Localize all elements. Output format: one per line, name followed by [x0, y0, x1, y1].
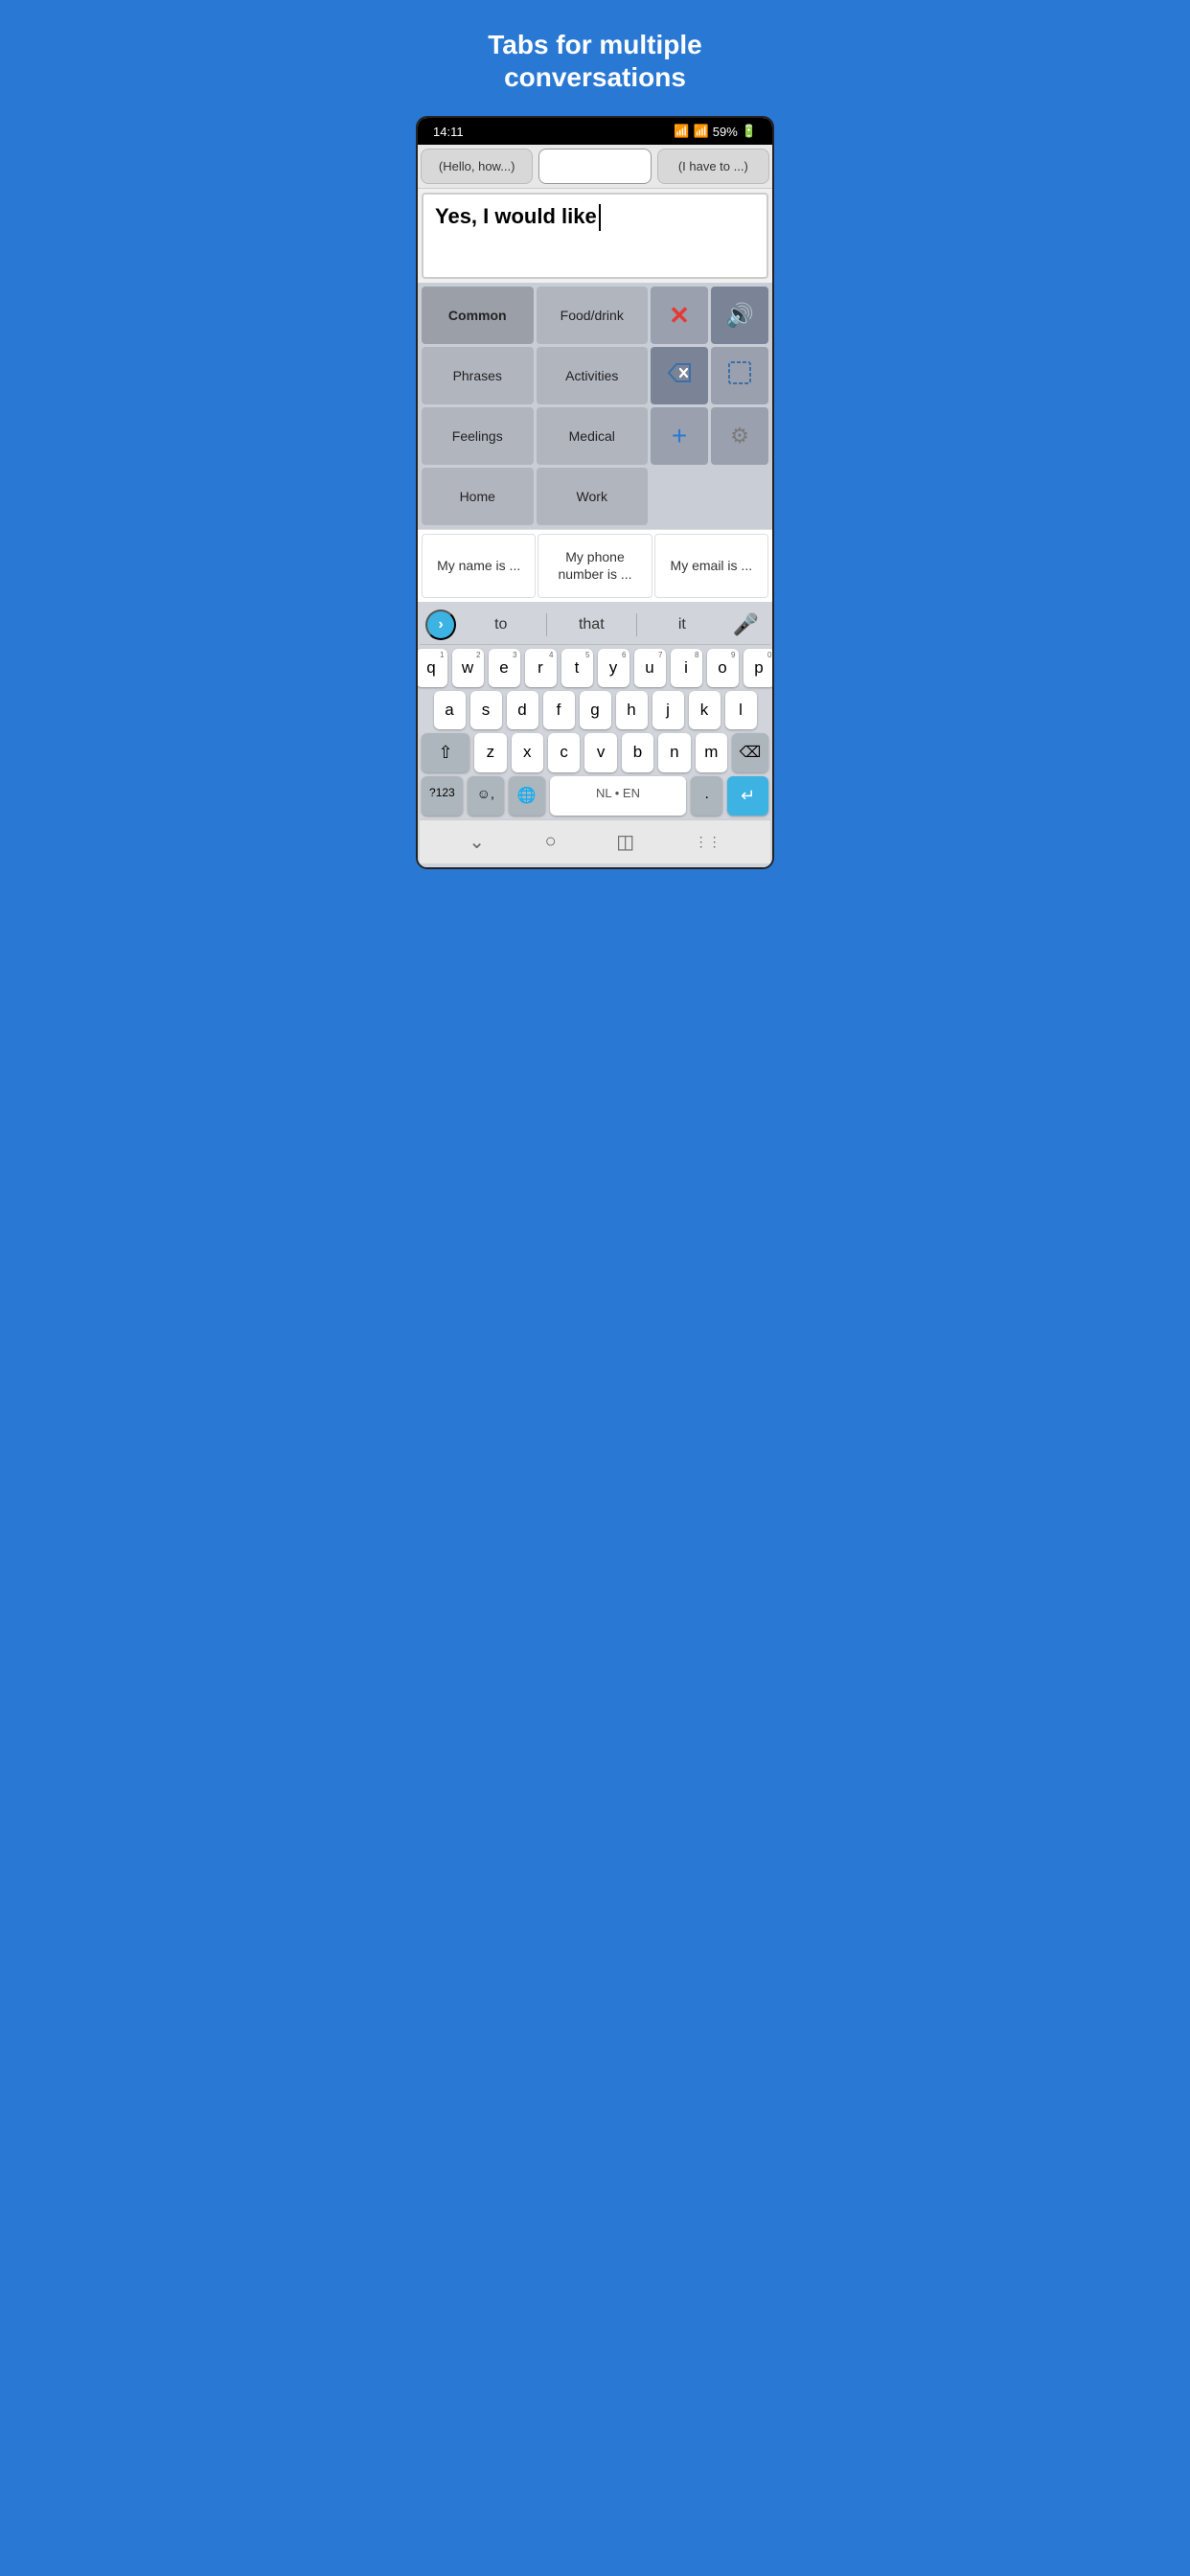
phrase-email[interactable]: My email is ... [654, 534, 768, 597]
key-d[interactable]: d [507, 691, 538, 729]
phrase-name[interactable]: My name is ... [422, 534, 536, 597]
settings-button[interactable]: ⚙ [711, 407, 768, 465]
time-display: 14:11 [433, 125, 464, 139]
key-p[interactable]: p0 [744, 649, 775, 687]
key-t[interactable]: t5 [561, 649, 593, 687]
nav-home[interactable]: ○ [545, 831, 557, 853]
battery-text: 59% [713, 125, 738, 139]
key-enter[interactable]: ↵ [727, 776, 768, 816]
backspace-button[interactable] [651, 347, 708, 404]
empty-cell-1 [651, 468, 708, 525]
sound-icon: 🔊 [725, 302, 754, 330]
key-r[interactable]: r4 [525, 649, 557, 687]
plus-icon: + [672, 421, 687, 451]
key-q[interactable]: q1 [416, 649, 447, 687]
text-input-area[interactable]: Yes, I would like [422, 193, 768, 279]
category-medical[interactable]: Medical [537, 407, 649, 465]
key-row-4: ?123 ☺, 🌐 NL • EN . ↵ [422, 776, 768, 816]
key-n[interactable]: n [658, 733, 690, 772]
key-shift[interactable]: ⇧ [422, 733, 469, 772]
expand-icon [727, 360, 752, 391]
sound-button[interactable]: 🔊 [711, 287, 768, 344]
key-w[interactable]: w2 [452, 649, 484, 687]
add-button[interactable]: + [651, 407, 708, 465]
suggestions-arrow[interactable]: › [425, 610, 456, 640]
key-u[interactable]: u7 [634, 649, 666, 687]
category-feelings[interactable]: Feelings [422, 407, 534, 465]
key-b[interactable]: b [622, 733, 653, 772]
nav-recents[interactable]: ◫ [616, 830, 634, 854]
key-k[interactable]: k [689, 691, 721, 729]
key-m[interactable]: m [696, 733, 727, 772]
cursor [599, 204, 601, 231]
key-a[interactable]: a [434, 691, 466, 729]
clear-button[interactable]: ✕ [651, 287, 708, 344]
key-v[interactable]: v [584, 733, 616, 772]
keyboard: › to that it 🎤 q1 w2 e3 r4 t5 y6 u7 i8 o… [418, 602, 772, 867]
key-space[interactable]: NL • EN [550, 776, 687, 816]
key-row-3: ⇧ z x c v b n m ⌫ [422, 733, 768, 772]
key-g[interactable]: g [580, 691, 611, 729]
nav-bar: ⌄ ○ ◫ ⋮⋮ [420, 819, 770, 863]
battery-icon: 🔋 [742, 124, 757, 139]
key-globe[interactable]: 🌐 [509, 776, 545, 816]
status-bar: 14:11 📶 📶 59% 🔋 [418, 118, 772, 145]
backspace-icon [667, 362, 692, 389]
key-o[interactable]: o9 [707, 649, 739, 687]
category-home[interactable]: Home [422, 468, 534, 525]
category-common[interactable]: Common [422, 287, 534, 344]
category-phrases[interactable]: Phrases [422, 347, 534, 404]
page-title: Tabs for multiple conversations [416, 29, 774, 93]
key-l[interactable]: l [725, 691, 757, 729]
key-c[interactable]: c [548, 733, 580, 772]
tab-active[interactable] [538, 149, 651, 184]
suggestion-it[interactable]: it [637, 612, 727, 637]
text-content: Yes, I would like [435, 204, 597, 229]
key-h[interactable]: h [616, 691, 648, 729]
category-work[interactable]: Work [537, 468, 649, 525]
tabs-row: (Hello, how...) (I have to ...) [418, 145, 772, 189]
suggestion-that[interactable]: that [547, 612, 637, 637]
key-numeric[interactable]: ?123 [422, 776, 463, 816]
phrase-row: My name is ... My phone number is ... My… [418, 529, 772, 601]
key-i[interactable]: i8 [671, 649, 702, 687]
suggestion-to[interactable]: to [456, 612, 546, 637]
key-period[interactable]: . [691, 776, 722, 816]
key-row-2: a s d f g h j k l [422, 691, 768, 729]
key-backspace[interactable]: ⌫ [732, 733, 768, 772]
phone-frame: 14:11 📶 📶 59% 🔋 (Hello, how...) (I have … [416, 116, 774, 868]
key-emoji[interactable]: ☺, [468, 776, 504, 816]
key-s[interactable]: s [470, 691, 502, 729]
tab-have-to[interactable]: (I have to ...) [657, 149, 769, 184]
suggestions-row: › to that it 🎤 [420, 606, 770, 645]
key-f[interactable]: f [543, 691, 575, 729]
key-x[interactable]: x [512, 733, 543, 772]
nav-chevron-down[interactable]: ⌄ [469, 830, 485, 854]
key-j[interactable]: j [652, 691, 684, 729]
clear-icon: ✕ [669, 301, 690, 331]
app-wrapper: Tabs for multiple conversations 14:11 📶 … [397, 0, 793, 898]
tab-hello[interactable]: (Hello, how...) [421, 149, 533, 184]
key-row-1: q1 w2 e3 r4 t5 y6 u7 i8 o9 p0 [422, 649, 768, 687]
key-e[interactable]: e3 [489, 649, 520, 687]
status-icons: 📶 📶 59% 🔋 [674, 124, 757, 139]
phrase-phone[interactable]: My phone number is ... [538, 534, 652, 597]
category-grid: Common Food/drink ✕ 🔊 Phrases Activities [418, 283, 772, 529]
mic-icon[interactable]: 🎤 [727, 612, 765, 637]
empty-cell-2 [711, 468, 768, 525]
nav-keyboard[interactable]: ⋮⋮ [695, 834, 721, 850]
category-food[interactable]: Food/drink [537, 287, 649, 344]
key-z[interactable]: z [474, 733, 506, 772]
expand-button[interactable] [711, 347, 768, 404]
signal-icon: 📶 [694, 124, 709, 139]
category-activities[interactable]: Activities [537, 347, 649, 404]
key-y[interactable]: y6 [598, 649, 629, 687]
wifi-icon: 📶 [674, 124, 689, 139]
gear-icon: ⚙ [730, 424, 749, 448]
